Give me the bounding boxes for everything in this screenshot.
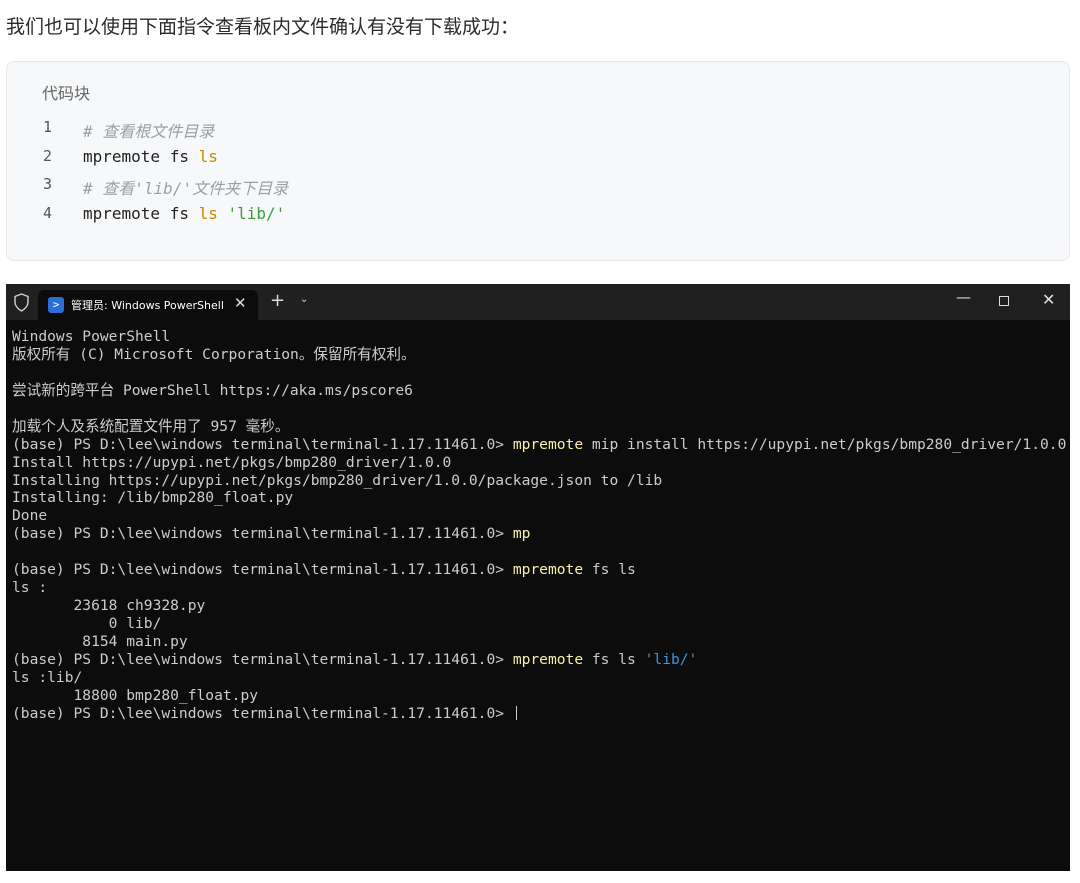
terminal-line: Install https://upypi.net/pkgs/bmp280_dr…	[12, 454, 1066, 472]
terminal-line: 18800 bmp280_float.py	[12, 687, 1066, 705]
terminal-text: 8154 main.py	[12, 632, 188, 650]
terminal-args: fs ls	[583, 561, 636, 579]
terminal-line: 版权所有 (C) Microsoft Corporation。保留所有权利。	[12, 346, 1066, 364]
line-number: 1	[43, 118, 53, 136]
terminal-line: Installing: /lib/bmp280_float.py	[12, 489, 1066, 507]
terminal-text: Done	[12, 507, 48, 525]
code-command: mpremote fs	[83, 147, 199, 166]
terminal-line: (base) PS D:\lee\windows terminal\termin…	[12, 436, 1066, 454]
terminal-text: (base) PS D:\lee\windows terminal\termin…	[12, 435, 513, 453]
minimize-icon[interactable]: —	[956, 288, 971, 306]
terminal-text: (base) PS D:\lee\windows terminal\termin…	[12, 525, 513, 543]
code-comment: # 查看根文件目录	[83, 122, 215, 141]
terminal-line: ls :	[12, 579, 1066, 597]
terminal-args: fs ls	[583, 650, 645, 668]
terminal-output[interactable]: Windows PowerShell 版权所有 (C) Microsoft Cor…	[12, 328, 1066, 723]
code-command: mpremote fs	[83, 204, 199, 223]
intro-paragraph: 我们也可以使用下面指令查看板内文件确认有没有下载成功：	[6, 16, 520, 38]
terminal-line: (base) PS D:\lee\windows terminal\termin…	[12, 525, 1066, 543]
terminal-text: 18800 bmp280_float.py	[12, 686, 259, 704]
line-number: 2	[43, 147, 53, 165]
terminal-text: Installing https://upypi.net/pkgs/bmp280…	[12, 471, 663, 489]
terminal-command: mpremote	[512, 650, 584, 668]
terminal-line: 0 lib/	[12, 615, 1066, 633]
terminal-string-arg: 'lib/'	[644, 650, 698, 668]
terminal-line: Installing https://upypi.net/pkgs/bmp280…	[12, 472, 1066, 490]
terminal-tab[interactable]: > 管理员: Windows PowerShell ✕	[38, 290, 258, 320]
terminal-line: Done	[12, 507, 1066, 525]
maximize-icon[interactable]	[999, 296, 1009, 306]
terminal-command: mpremote	[512, 561, 584, 579]
terminal-tab-bar: > 管理员: Windows PowerShell ✕ + ⌄ — ✕	[6, 284, 1070, 320]
code-keyword: ls	[198, 204, 218, 223]
terminal-window[interactable]: > 管理员: Windows PowerShell ✕ + ⌄ — ✕ Wind…	[6, 284, 1070, 871]
terminal-line: (base) PS D:\lee\windows terminal\termin…	[12, 651, 1066, 669]
terminal-text: ls :	[12, 579, 48, 597]
new-tab-icon[interactable]: +	[270, 291, 285, 311]
tab-title: 管理员: Windows PowerShell	[71, 299, 224, 312]
terminal-line: 23618 ch9328.py	[12, 597, 1066, 615]
close-tab-icon[interactable]: ✕	[234, 294, 247, 312]
line-number: 4	[43, 204, 53, 222]
shield-icon	[14, 293, 29, 312]
terminal-text: Windows PowerShell	[12, 328, 171, 345]
terminal-line: ls :lib/	[12, 669, 1066, 687]
terminal-line: (base) PS D:\lee\windows terminal\termin…	[12, 561, 1066, 579]
terminal-args: mip install https://upypi.net/pkgs/bmp28…	[583, 435, 1067, 453]
terminal-text: (base) PS D:\lee\windows terminal\termin…	[12, 650, 513, 668]
code-block: 代码块 1 # 查看根文件目录 2 mpremote fs ls 3 # 查看'…	[6, 61, 1070, 261]
terminal-text: 版权所有 (C) Microsoft Corporation。保留所有权利。	[12, 345, 416, 363]
text-cursor	[515, 705, 517, 720]
terminal-text: (base) PS D:\lee\windows terminal\termin…	[12, 561, 513, 579]
terminal-command: mp	[512, 525, 531, 543]
terminal-text: (base) PS D:\lee\windows terminal\termin…	[12, 704, 513, 722]
terminal-text: Install https://upypi.net/pkgs/bmp280_dr…	[12, 453, 452, 471]
terminal-text: 加载个人及系统配置文件用了 957 毫秒。	[12, 417, 290, 435]
terminal-line: 加载个人及系统配置文件用了 957 毫秒。	[12, 418, 1066, 436]
code-keyword: ls	[198, 147, 218, 166]
terminal-text: Installing: /lib/bmp280_float.py	[12, 489, 294, 507]
terminal-line: 尝试新的跨平台 PowerShell https://aka.ms/pscore…	[12, 382, 1066, 400]
terminal-line: Windows PowerShell	[12, 328, 1066, 346]
terminal-text: 尝试新的跨平台 PowerShell https://aka.ms/pscore…	[12, 381, 413, 399]
powershell-icon: >	[48, 297, 64, 313]
terminal-command: mpremote	[512, 435, 584, 453]
chevron-down-icon[interactable]: ⌄	[300, 294, 308, 305]
close-window-icon[interactable]: ✕	[1042, 290, 1055, 309]
terminal-line: 8154 main.py	[12, 633, 1066, 651]
line-number: 3	[43, 175, 53, 193]
code-block-title: 代码块	[42, 84, 91, 103]
code-string: 'lib/'	[227, 204, 286, 223]
code-comment: # 查看'lib/'文件夹下目录	[83, 179, 289, 198]
terminal-text: 0 lib/	[12, 615, 162, 632]
terminal-text: 23618 ch9328.py	[12, 597, 206, 615]
terminal-text: ls :lib/	[12, 668, 83, 686]
terminal-line: (base) PS D:\lee\windows terminal\termin…	[12, 705, 1066, 723]
